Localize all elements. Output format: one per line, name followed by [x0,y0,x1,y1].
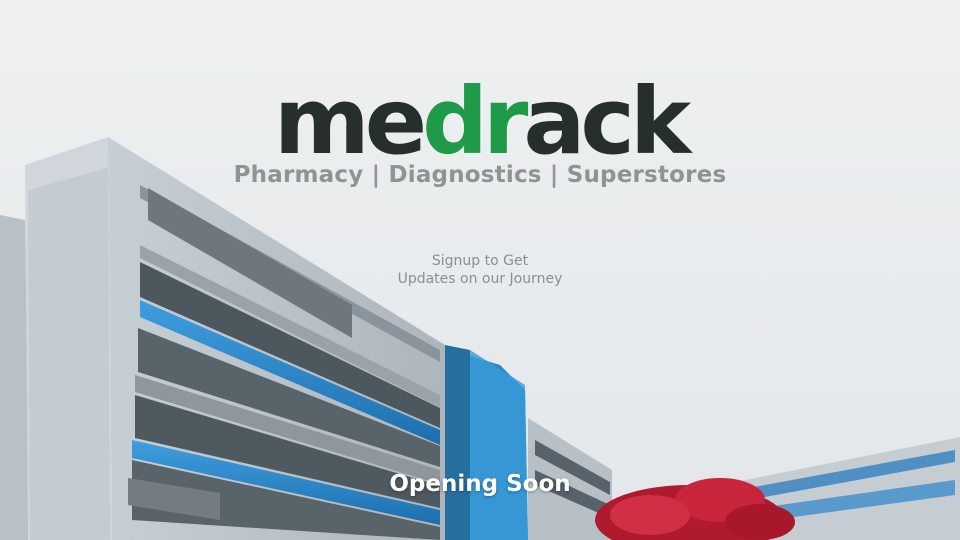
brand-tagline: Pharmacy | Diagnostics | Superstores [233,162,727,188]
brand-logo: medrack [0,76,960,168]
signup-line-1[interactable]: Signup to Get [0,252,960,270]
logo-text-dr: dr [422,68,528,175]
signup-prompt[interactable]: Signup to Get Updates on our Journey [0,252,960,288]
logo-text-ack: ack [523,68,691,175]
opening-soon-label: Opening Soon [389,471,571,497]
logo-text-me: me [273,68,427,175]
signup-line-2[interactable]: Updates on our Journey [0,270,960,288]
